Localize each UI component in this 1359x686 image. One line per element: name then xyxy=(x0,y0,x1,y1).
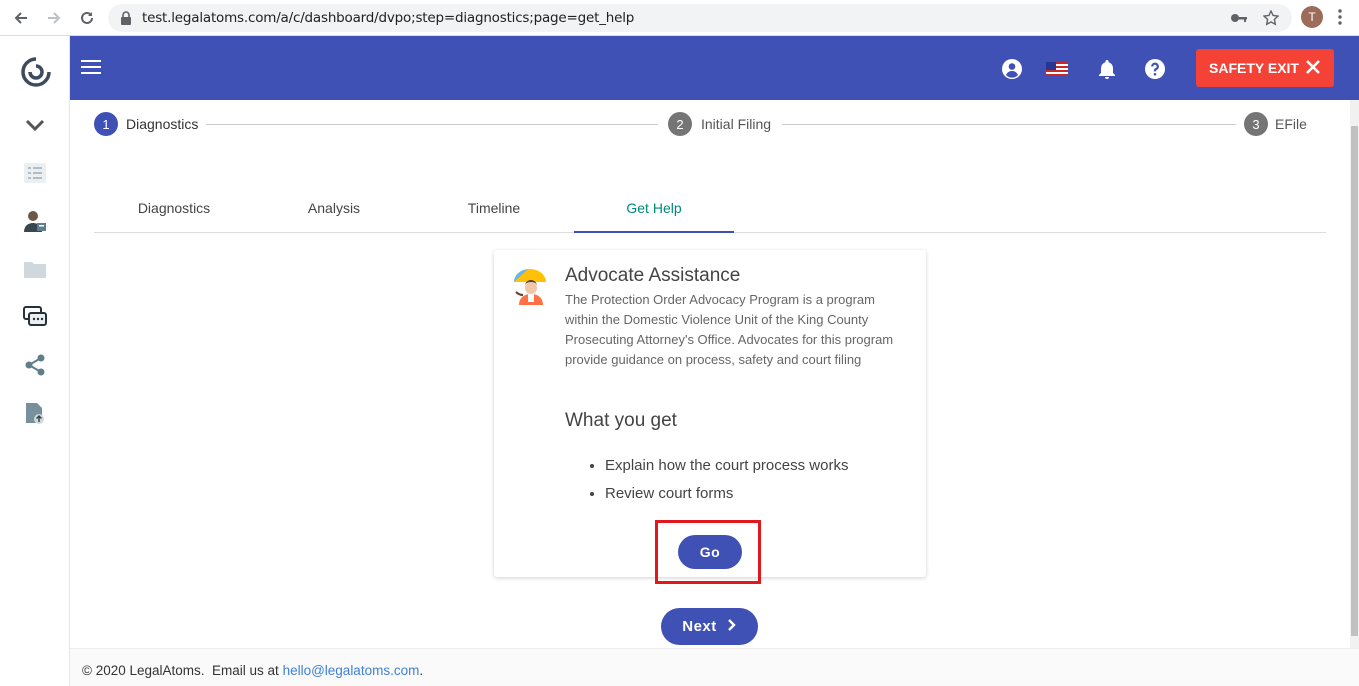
step-2-number: 2 xyxy=(668,112,692,136)
email-link[interactable]: hello@legalatoms.com xyxy=(283,663,420,678)
copyright-text: © 2020 LegalAtoms. Email us at xyxy=(82,663,283,678)
tab-get-help[interactable]: Get Help xyxy=(574,184,734,233)
scroll-thumb[interactable] xyxy=(1351,126,1358,636)
us-flag-icon[interactable] xyxy=(1046,58,1068,80)
step-3-label[interactable]: EFile xyxy=(1275,116,1307,132)
list-item: Explain how the court process works xyxy=(605,456,848,475)
step-3-number: 3 xyxy=(1244,112,1268,136)
footer: © 2020 LegalAtoms. Email us at hello@leg… xyxy=(70,648,1359,686)
scrollbar[interactable] xyxy=(1350,100,1359,648)
step-connector xyxy=(782,124,1236,125)
profile-avatar[interactable]: T xyxy=(1301,6,1323,28)
step-1-label[interactable]: Diagnostics xyxy=(126,116,198,132)
share-icon[interactable] xyxy=(22,352,48,378)
safety-exit-button[interactable]: SAFETY EXIT xyxy=(1196,49,1334,87)
tab-diagnostics[interactable]: Diagnostics xyxy=(94,184,254,232)
safety-exit-label: SAFETY EXIT xyxy=(1209,60,1299,76)
account-icon[interactable] xyxy=(1001,58,1023,80)
key-icon[interactable] xyxy=(1230,10,1248,31)
benefits-list: Explain how the court process works Revi… xyxy=(605,456,848,512)
next-button[interactable]: Next xyxy=(661,608,758,645)
advocate-assistance-card: Advocate Assistance The Protection Order… xyxy=(494,250,926,584)
url-text: test.legalatoms.com/a/c/dashboard/dvpo;s… xyxy=(142,10,635,26)
top-app-bar: SAFETY EXIT xyxy=(70,36,1359,100)
tab-timeline[interactable]: Timeline xyxy=(414,184,574,232)
more-menu-icon[interactable] xyxy=(1338,9,1342,30)
chevron-right-icon xyxy=(727,618,737,636)
document-upload-icon[interactable] xyxy=(22,400,48,426)
step-1-number: 1 xyxy=(94,112,118,136)
advocate-umbrella-icon xyxy=(510,264,550,306)
notification-bell-icon[interactable] xyxy=(1096,58,1118,80)
chevron-down-icon[interactable] xyxy=(22,112,48,138)
lawyer-icon[interactable] xyxy=(22,208,48,234)
folder-icon[interactable] xyxy=(22,256,48,282)
step-2-label[interactable]: Initial Filing xyxy=(701,116,771,132)
tab-analysis[interactable]: Analysis xyxy=(254,184,414,232)
go-button[interactable]: Go xyxy=(678,535,742,569)
forward-arrow-icon[interactable] xyxy=(44,8,64,28)
lock-icon xyxy=(120,11,132,30)
main-content: 1 Diagnostics 2 Initial Filing 3 EFile D… xyxy=(70,100,1350,648)
bookmark-star-icon[interactable] xyxy=(1262,9,1280,31)
card-description: The Protection Order Advocacy Program is… xyxy=(565,292,894,367)
card-subtitle: What you get xyxy=(565,410,677,431)
next-label: Next xyxy=(682,618,717,635)
list-item: Review court forms xyxy=(605,484,848,503)
legalatoms-logo-icon[interactable] xyxy=(20,56,52,88)
progress-stepper: 1 Diagnostics 2 Initial Filing 3 EFile xyxy=(94,112,1326,136)
help-icon[interactable] xyxy=(1144,58,1166,80)
list-icon[interactable] xyxy=(22,160,48,186)
card-title: Advocate Assistance xyxy=(565,265,741,286)
footer-text: © 2020 LegalAtoms. Email us at hello@leg… xyxy=(82,663,423,678)
step-connector xyxy=(206,124,658,125)
browser-toolbar: test.legalatoms.com/a/c/dashboard/dvpo;s… xyxy=(0,0,1359,36)
footer-suffix: . xyxy=(419,663,424,678)
reload-icon[interactable] xyxy=(77,8,97,28)
hamburger-menu-icon[interactable] xyxy=(81,60,101,76)
back-arrow-icon[interactable] xyxy=(11,8,31,28)
sidebar xyxy=(0,36,70,686)
close-icon xyxy=(1305,59,1321,78)
address-bar[interactable]: test.legalatoms.com/a/c/dashboard/dvpo;s… xyxy=(108,4,1292,32)
tab-bar: Diagnostics Analysis Timeline Get Help xyxy=(94,184,1326,233)
chat-icon[interactable] xyxy=(22,304,48,330)
